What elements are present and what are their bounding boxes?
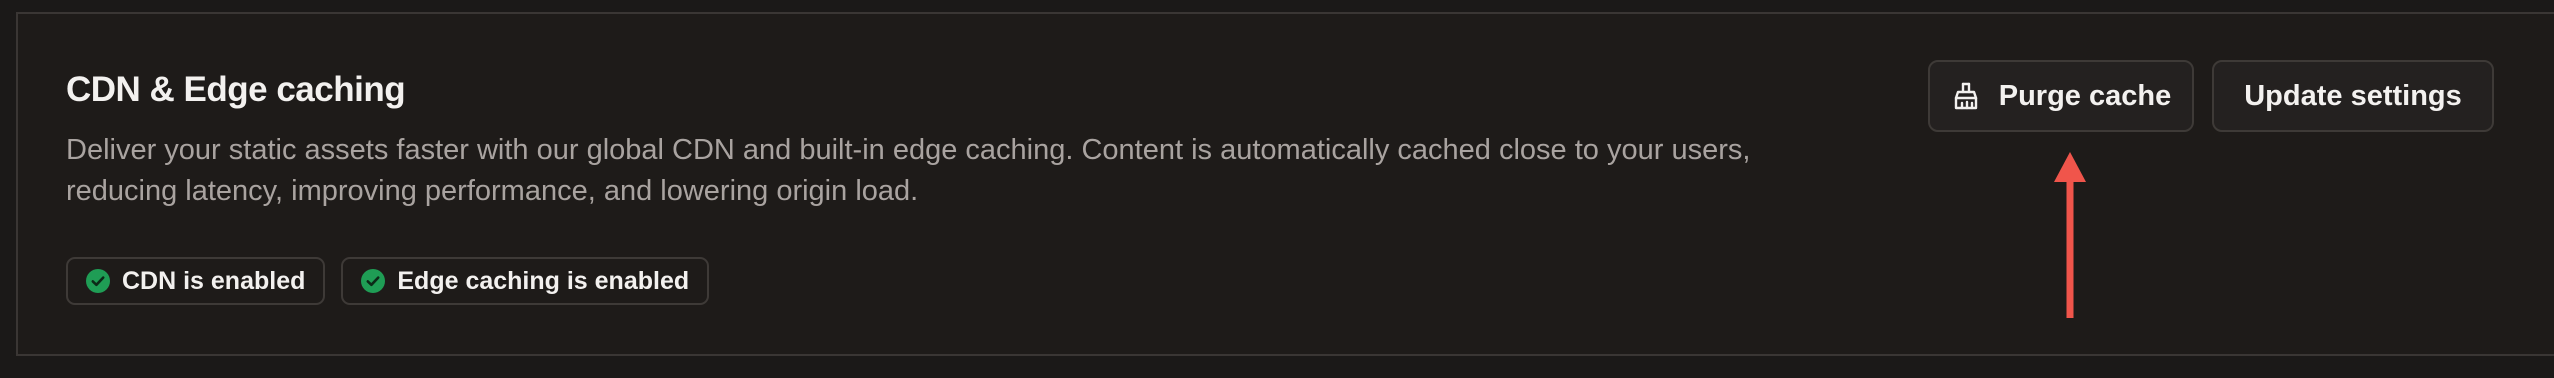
page: CDN & Edge caching Deliver your static a… xyxy=(0,0,2554,378)
update-settings-button[interactable]: Update settings xyxy=(2212,60,2494,132)
section-description: Deliver your static assets faster with o… xyxy=(66,134,1751,207)
cdn-enabled-badge: CDN is enabled xyxy=(66,257,326,305)
broom-icon xyxy=(1951,81,1981,111)
annotation-arrow xyxy=(2054,152,2086,318)
purge-cache-label: Purge cache xyxy=(1998,79,2172,112)
badge-label: Edge caching is enabled xyxy=(397,266,690,295)
section-actions: Purge cache Update settings xyxy=(1928,60,2494,132)
purge-cache-button[interactable]: Purge cache xyxy=(1928,60,2194,132)
section-title: CDN & Edge caching xyxy=(66,70,406,109)
update-settings-label: Update settings xyxy=(2244,79,2462,112)
edge-caching-enabled-badge: Edge caching is enabled xyxy=(341,257,710,305)
check-circle-icon xyxy=(86,269,110,293)
check-circle-icon xyxy=(361,269,386,293)
badge-label: CDN is enabled xyxy=(122,266,306,295)
status-badges: CDN is enabled Edge caching is enabled xyxy=(66,257,710,305)
